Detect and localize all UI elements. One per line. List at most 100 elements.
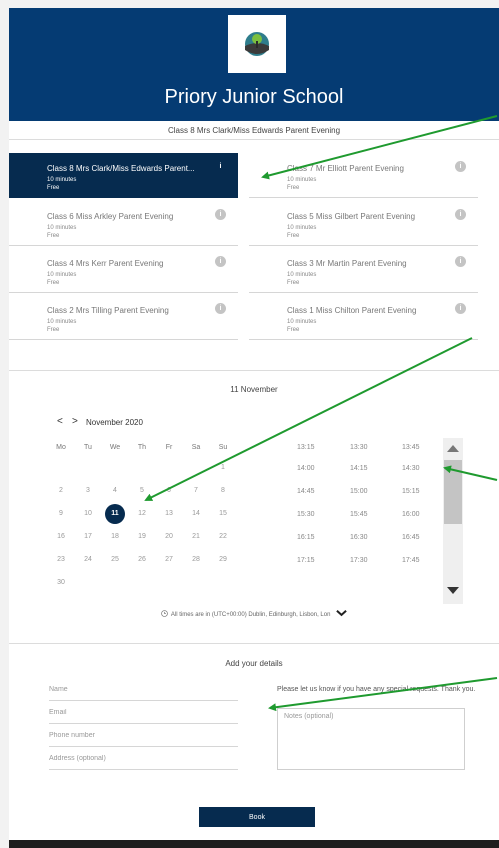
calendar-day[interactable]: 14 — [184, 510, 208, 517]
event-card-price: Free — [47, 233, 60, 239]
event-card-class-7[interactable]: Class 7 Mr Elliott Parent Evening 10 min… — [249, 153, 478, 198]
calendar-day[interactable]: 6 — [157, 487, 181, 494]
chevron-down-icon[interactable] — [336, 609, 347, 617]
weekday-label: Th — [137, 444, 147, 451]
calendar-day[interactable]: 18 — [103, 533, 127, 540]
calendar-day[interactable]: 20 — [157, 533, 181, 540]
timeslot[interactable]: 14:30 — [402, 465, 420, 472]
divider — [9, 643, 499, 644]
calendar-day-selected[interactable]: 11 — [105, 504, 125, 524]
calendar-day[interactable]: 9 — [49, 510, 73, 517]
timezone-selector[interactable]: All times are in (UTC+00:00) Dublin, Edi… — [9, 609, 499, 618]
calendar-day[interactable]: 23 — [49, 556, 73, 563]
details-heading: Add your details — [225, 659, 283, 668]
event-card-class-5[interactable]: Class 5 Miss Gilbert Parent Evening 10 m… — [249, 201, 478, 246]
scroll-down-icon[interactable] — [447, 587, 459, 594]
event-card-class-8[interactable]: Class 8 Mrs Clark/Miss Edwards Parent...… — [9, 153, 238, 198]
timeslot[interactable]: 15:30 — [297, 511, 315, 518]
calendar-day[interactable]: 22 — [211, 533, 235, 540]
chevron-right-icon[interactable]: > — [72, 416, 78, 427]
calendar-day[interactable]: 25 — [103, 556, 127, 563]
calendar-day[interactable]: 10 — [76, 510, 100, 517]
selected-date-heading: 11 November — [230, 385, 278, 394]
event-card-title: Class 4 Mrs Kerr Parent Evening — [47, 259, 164, 268]
info-icon[interactable]: i — [215, 256, 226, 267]
calendar-day[interactable]: 26 — [130, 556, 154, 563]
calendar-day[interactable]: 4 — [103, 487, 127, 494]
calendar-day[interactable]: 16 — [49, 533, 73, 540]
phone-input[interactable] — [49, 724, 238, 747]
timeslot[interactable]: 13:15 — [297, 444, 315, 451]
calendar-day[interactable]: 12 — [130, 510, 154, 517]
event-card-price: Free — [287, 280, 300, 286]
info-icon[interactable]: i — [455, 209, 466, 220]
timeslot[interactable]: 13:45 — [402, 444, 420, 451]
calendar-day[interactable]: 24 — [76, 556, 100, 563]
timeslot[interactable]: 17:15 — [297, 557, 315, 564]
calendar-day[interactable]: 5 — [130, 487, 154, 494]
timeslot[interactable]: 15:15 — [402, 488, 420, 495]
calendar-day[interactable]: 13 — [157, 510, 181, 517]
calendar-day[interactable]: 29 — [211, 556, 235, 563]
divider — [9, 370, 499, 371]
book-button[interactable]: Book — [199, 807, 315, 827]
calendar-day[interactable]: 3 — [76, 487, 100, 494]
calendar-day[interactable]: 8 — [211, 487, 235, 494]
event-title: Class 8 Mrs Clark/Miss Edwards Parent Ev… — [167, 126, 341, 135]
info-icon[interactable]: i — [455, 256, 466, 267]
info-icon[interactable]: i — [455, 303, 466, 314]
notes-textarea[interactable] — [277, 708, 465, 770]
calendar-day[interactable]: 27 — [157, 556, 181, 563]
weekday-label: Mo — [56, 444, 66, 451]
calendar-day[interactable]: 2 — [49, 487, 73, 494]
event-card-title: Class 6 Miss Arkley Parent Evening — [47, 212, 174, 221]
timeslot[interactable]: 16:15 — [297, 534, 315, 541]
timeslot[interactable]: 16:00 — [402, 511, 420, 518]
calendar-day[interactable]: 1 — [211, 464, 235, 471]
event-card-price: Free — [47, 185, 60, 191]
timeslot[interactable]: 16:30 — [350, 534, 368, 541]
scroll-up-icon[interactable] — [447, 445, 459, 452]
event-card-duration: 10 minutes — [47, 225, 77, 231]
event-card-class-4[interactable]: Class 4 Mrs Kerr Parent Evening 10 minut… — [9, 248, 238, 293]
timeslot-grid: 13:15 13:30 13:45 14:00 14:15 14:30 14:4… — [284, 436, 442, 602]
school-name: Priory Junior School — [164, 86, 344, 108]
info-icon[interactable]: i — [215, 209, 226, 220]
info-icon[interactable]: i — [215, 161, 226, 172]
booking-page: Priory Junior School Class 8 Mrs Clark/M… — [9, 8, 499, 848]
calendar-day[interactable]: 28 — [184, 556, 208, 563]
timeslot[interactable]: 14:00 — [297, 465, 315, 472]
timeslot-scrollbar[interactable] — [443, 438, 463, 604]
timeslot[interactable]: 16:45 — [402, 534, 420, 541]
calendar-day[interactable]: 17 — [76, 533, 100, 540]
calendar-day[interactable]: 7 — [184, 487, 208, 494]
calendar-day[interactable]: 19 — [130, 533, 154, 540]
calendar-day[interactable]: 30 — [49, 579, 73, 586]
event-card-title: Class 7 Mr Elliott Parent Evening — [287, 164, 404, 173]
event-card-class-1[interactable]: Class 1 Miss Chilton Parent Evening 10 m… — [249, 295, 478, 340]
calendar-day[interactable]: 15 — [211, 510, 235, 517]
event-card-title: Class 5 Miss Gilbert Parent Evening — [287, 212, 416, 221]
calendar-day[interactable]: 21 — [184, 533, 208, 540]
address-input[interactable] — [49, 747, 238, 770]
timeslot[interactable]: 14:15 — [350, 465, 368, 472]
event-card-price: Free — [287, 327, 300, 333]
timeslot[interactable]: 15:45 — [350, 511, 368, 518]
event-card-class-3[interactable]: Class 3 Mr Martin Parent Evening 10 minu… — [249, 248, 478, 293]
timeslot[interactable]: 15:00 — [350, 488, 368, 495]
scrollbar-thumb[interactable] — [444, 460, 462, 524]
info-icon[interactable]: i — [455, 161, 466, 172]
info-icon[interactable]: i — [215, 303, 226, 314]
timeslot[interactable]: 17:30 — [350, 557, 368, 564]
email-input[interactable] — [49, 701, 238, 724]
event-card-class-6[interactable]: Class 6 Miss Arkley Parent Evening 10 mi… — [9, 201, 238, 246]
event-card-class-2[interactable]: Class 2 Mrs Tilling Parent Evening 10 mi… — [9, 295, 238, 340]
event-card-price: Free — [47, 327, 60, 333]
chevron-left-icon[interactable]: < — [57, 416, 63, 427]
timeslot[interactable]: 14:45 — [297, 488, 315, 495]
timeslot[interactable]: 17:45 — [402, 557, 420, 564]
event-card-duration: 10 minutes — [287, 177, 317, 183]
event-card-title: Class 2 Mrs Tilling Parent Evening — [47, 306, 169, 315]
name-input[interactable] — [49, 678, 238, 701]
timeslot[interactable]: 13:30 — [350, 444, 368, 451]
